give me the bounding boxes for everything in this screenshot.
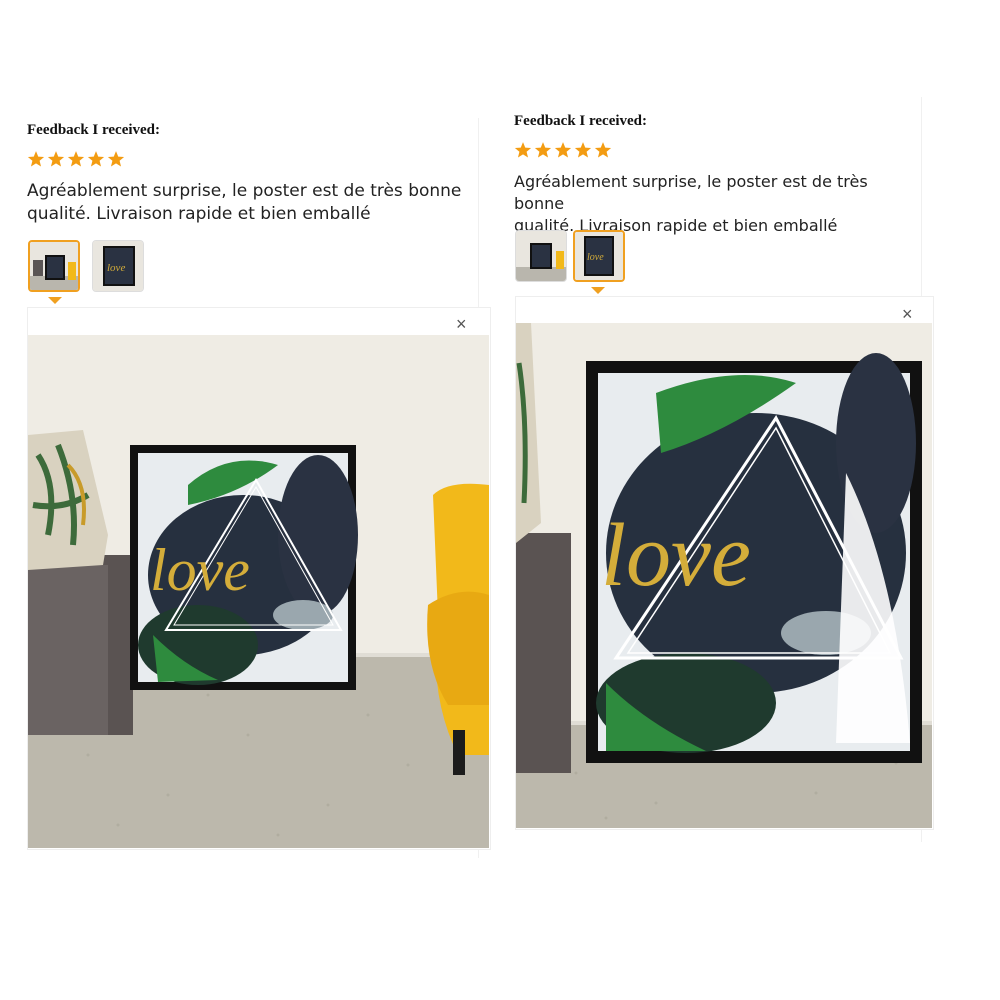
- star-icon: [107, 151, 125, 167]
- review-comment-line: qualité. Livraison rapide et bien emball…: [27, 204, 371, 224]
- review-thumbnail-2[interactable]: love: [92, 240, 144, 292]
- review-photo-1: love: [28, 335, 489, 848]
- active-thumbnail-indicator: [591, 287, 605, 294]
- review-comment: Agréablement surprise, le poster est de …: [27, 180, 472, 226]
- close-viewer-button[interactable]: ×: [456, 315, 467, 333]
- review-thumbnail-1[interactable]: [28, 240, 80, 292]
- review-heading: Feedback I received:: [514, 113, 648, 129]
- review-comment-line: Agréablement surprise, le poster est de …: [514, 172, 868, 213]
- review-thumbnail-1[interactable]: [515, 230, 567, 282]
- star-rating: [514, 141, 612, 159]
- review-heading: Feedback I received:: [27, 122, 161, 138]
- star-icon: [47, 151, 65, 167]
- star-icon: [574, 142, 592, 158]
- star-icon: [87, 151, 105, 167]
- close-viewer-button[interactable]: ×: [902, 305, 913, 323]
- active-thumbnail-indicator: [48, 297, 62, 304]
- svg-text:love: love: [587, 252, 604, 263]
- review-comment: Agréablement surprise, le poster est de …: [514, 171, 914, 237]
- star-rating: [27, 150, 125, 168]
- poster-text: love: [601, 506, 751, 605]
- star-icon: [514, 142, 532, 158]
- svg-text:love: love: [107, 262, 125, 274]
- star-icon: [534, 142, 552, 158]
- star-icon: [554, 142, 572, 158]
- review-comment-line: Agréablement surprise, le poster est de …: [27, 181, 462, 201]
- star-icon: [67, 151, 85, 167]
- star-icon: [594, 142, 612, 158]
- poster-text: love: [150, 537, 250, 603]
- star-icon: [27, 151, 45, 167]
- review-thumbnail-2[interactable]: love: [573, 230, 625, 282]
- review-photo-2: love: [516, 323, 932, 828]
